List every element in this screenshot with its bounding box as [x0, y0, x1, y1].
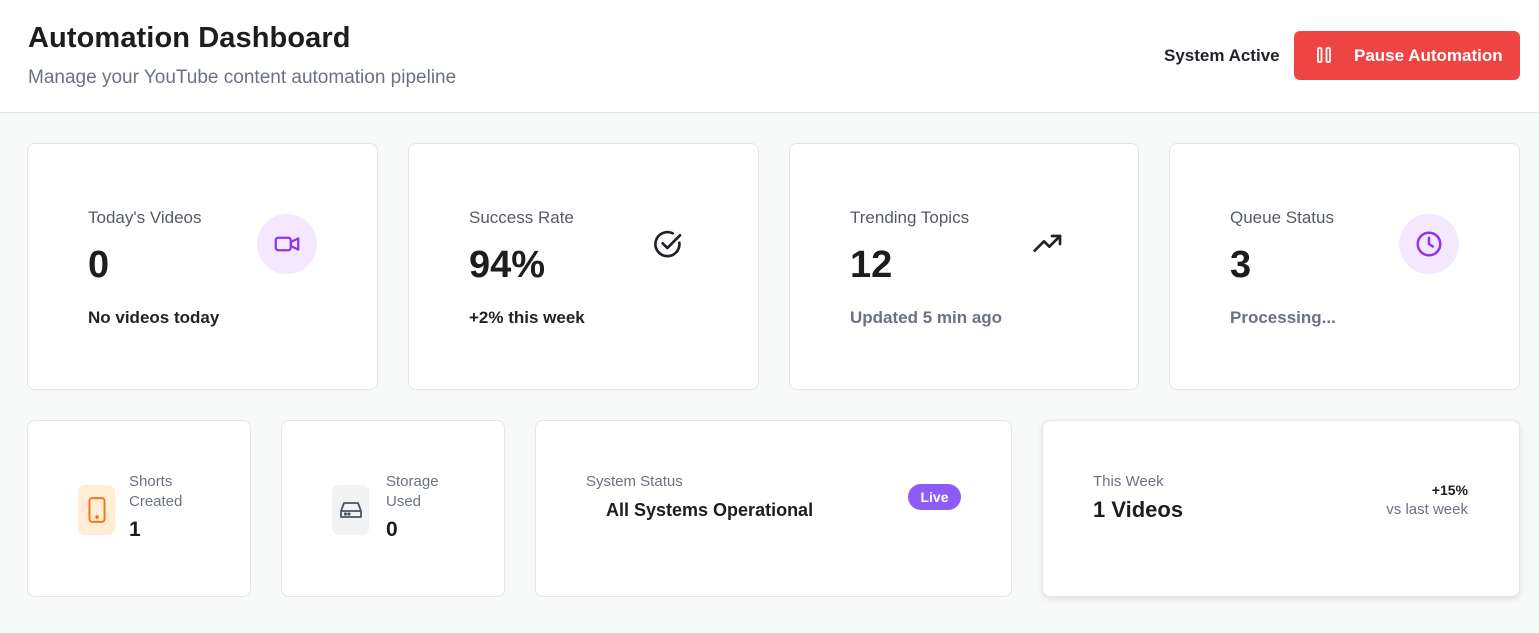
- shorts-created-card: Shorts Created 1: [27, 420, 251, 597]
- system-status-text: System Active: [1164, 46, 1280, 65]
- pause-icon: [1317, 47, 1331, 63]
- storage-label-line1: Storage: [386, 473, 439, 490]
- clock-icon: [1399, 214, 1459, 274]
- pause-automation-label: Pause Automation: [1354, 46, 1503, 65]
- stat-title: Trending Topics: [850, 208, 970, 227]
- this-week-change-caption: vs last week: [1386, 501, 1468, 518]
- stat-title: Success Rate: [469, 208, 574, 227]
- stat-footer: +2% this week: [469, 308, 585, 327]
- stat-value: 12: [850, 244, 893, 286]
- queue-status-card: Queue Status 3 Processing...: [1169, 143, 1520, 390]
- shorts-value: 1: [129, 518, 141, 541]
- stat-footer: No videos today: [88, 308, 220, 327]
- stat-title: Today's Videos: [88, 208, 202, 227]
- this-week-label: This Week: [1093, 473, 1164, 490]
- stat-value: 0: [88, 244, 110, 286]
- storage-used-card: Storage Used 0: [281, 420, 505, 597]
- success-rate-card: Success Rate 94% +2% this week: [408, 143, 759, 390]
- system-status-value: All Systems Operational: [606, 500, 814, 520]
- trending-topics-card: Trending Topics 12 Updated 5 min ago: [789, 143, 1139, 390]
- live-badge: Live: [908, 484, 961, 510]
- mobile-phone-icon: [78, 485, 115, 535]
- trending-up-icon: [1030, 226, 1066, 262]
- top-header: Automation Dashboard Manage your YouTube…: [0, 0, 1539, 113]
- shorts-label-line2: Created: [129, 493, 183, 510]
- shorts-label-line1: Shorts: [129, 473, 173, 490]
- system-status-label: System Status: [586, 473, 683, 490]
- video-camera-icon: [257, 214, 317, 274]
- stat-value: 3: [1230, 244, 1252, 286]
- storage-value: 0: [386, 518, 398, 541]
- stat-value: 94%: [469, 244, 546, 286]
- hard-drive-icon: [332, 485, 369, 535]
- page-title: Automation Dashboard: [28, 22, 351, 54]
- stat-footer: Processing...: [1230, 308, 1336, 327]
- this-week-change: +15%: [1431, 482, 1468, 498]
- pause-automation-button[interactable]: Pause Automation: [1294, 31, 1520, 80]
- page-subtitle: Manage your YouTube content automation p…: [28, 67, 457, 88]
- stat-title: Queue Status: [1230, 208, 1334, 227]
- storage-label-line2: Used: [386, 493, 422, 510]
- this-week-card: This Week 1 Videos +15% vs last week: [1042, 420, 1520, 597]
- check-circle-icon: [650, 226, 686, 262]
- todays-videos-card: Today's Videos 0 No videos today: [27, 143, 378, 390]
- this-week-value: 1 Videos: [1093, 497, 1184, 522]
- stat-footer: Updated 5 min ago: [850, 308, 1003, 327]
